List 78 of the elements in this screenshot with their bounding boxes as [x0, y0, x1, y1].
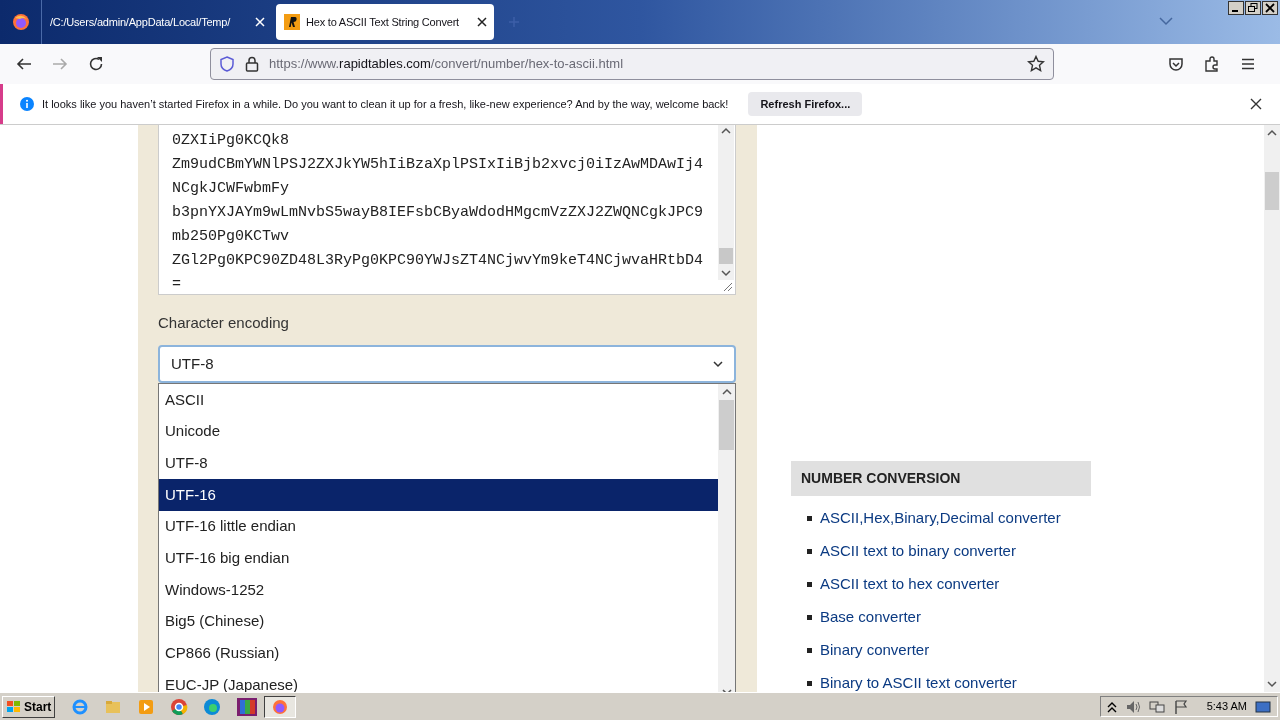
- close-icon[interactable]: [476, 16, 488, 28]
- sidebar-link[interactable]: ASCII text to binary converter: [820, 540, 1016, 563]
- refresh-firefox-button[interactable]: Refresh Firefox...: [748, 92, 863, 116]
- info-icon: [20, 97, 34, 111]
- dropdown-option[interactable]: CP866 (Russian): [159, 637, 719, 670]
- bullet-icon: [807, 582, 812, 587]
- sidebar-link[interactable]: ASCII,Hex,Binary,Decimal converter: [820, 507, 1061, 530]
- browser-tab[interactable]: Hex to ASCII Text String Convert: [276, 4, 494, 40]
- dropdown-option[interactable]: UTF-16 little endian: [159, 510, 719, 543]
- text-line: NCgkJCWFwbmFy: [172, 179, 291, 199]
- text-line: mb250Pg0KCTwv: [172, 227, 291, 247]
- sidebar-link[interactable]: Binary to ASCII text converter: [820, 672, 1017, 692]
- network-icon[interactable]: [1148, 698, 1165, 715]
- notification-message: It looks like you haven’t started Firefox in a while. Do you want to clean it up for a fresh, like-new experience? And by the way, welcome back!: [42, 96, 729, 112]
- chrome-icon[interactable]: [170, 697, 189, 716]
- dropdown-option[interactable]: Windows-1252: [159, 574, 719, 606]
- scroll-up-icon[interactable]: [1267, 128, 1277, 138]
- dropdown-option[interactable]: EUC-JP (Japanese): [159, 669, 719, 692]
- text-line: =: [172, 275, 182, 294]
- sidebar-link[interactable]: ASCII text to hex converter: [820, 573, 1000, 596]
- back-arrow-icon[interactable]: [16, 56, 32, 72]
- sidebar-link[interactable]: Base converter: [820, 606, 921, 629]
- lock-icon: [245, 56, 259, 72]
- text-area[interactable]: [158, 125, 736, 295]
- sidebar-link[interactable]: Binary converter: [820, 639, 930, 662]
- url-text: https://www.rapidtables.com/convert/number/hex-to-ascii.html: [269, 55, 625, 74]
- reload-icon[interactable]: [88, 56, 104, 72]
- start-button[interactable]: Start: [2, 695, 56, 718]
- minimize-icon[interactable]: [1228, 1, 1244, 15]
- firefox-icon: [272, 698, 289, 715]
- windows-logo-icon: [6, 699, 22, 714]
- taskbar-button[interactable]: [264, 695, 297, 718]
- scroll-down-icon[interactable]: [721, 268, 731, 278]
- favicon-icon: [284, 14, 300, 30]
- dropdown-option[interactable]: UTF-16: [159, 479, 719, 511]
- bullet-icon: [807, 648, 812, 653]
- text-line: 0ZXIiPg0KCQk8: [172, 131, 291, 151]
- bullet-icon: [807, 681, 812, 686]
- bookmark-star-icon[interactable]: [1027, 55, 1045, 73]
- sidebar-heading: NUMBER CONVERSION: [791, 461, 1091, 496]
- clock-text: 5:43 AM: [1206, 699, 1247, 715]
- scrollbar-thumb[interactable]: [719, 400, 734, 450]
- dropdown-option[interactable]: Unicode: [159, 415, 719, 448]
- bullet-icon: [807, 516, 812, 521]
- field-label: Character encoding: [158, 313, 290, 333]
- tab-title: /C:/Users/admin/AppData/Local/Temp/: [50, 14, 232, 30]
- scrollbar-thumb[interactable]: [1265, 172, 1279, 210]
- text-line: b3pnYXJAYm9wLmNvbS5wayB8IEFsbCByaWdodHMgcmVzZXJ2ZWQNCgkJPC9: [172, 203, 705, 223]
- archive-icon[interactable]: [236, 696, 259, 717]
- address-bar[interactable]: https://www.rapidtables.com/convert/number/hex-to-ascii.html: [210, 48, 1054, 80]
- browser-tab[interactable]: /C:/Users/admin/AppData/Local/Temp/: [44, 4, 270, 40]
- scroll-up-icon[interactable]: [721, 387, 732, 397]
- dropdown-option[interactable]: ASCII: [159, 384, 719, 416]
- pocket-icon[interactable]: [1168, 56, 1184, 72]
- text-line: Zm9udCBmYWNlPSJ2ZXJkYW5hIiBzaXplPSIxIiBjb2xvcj0iIzAwMDAwIj4: [172, 155, 705, 175]
- text-line: ZGl2Pg0KPC90ZD48L3RyPg0KPC90YWJsZT4NCjwvYm9keT4NCjwvaHRtbD4: [172, 251, 705, 271]
- caret-icon: [713, 359, 723, 369]
- bullet-icon: [807, 615, 812, 620]
- tab-title: Hex to ASCII Text String Convert: [306, 14, 460, 30]
- scrollbar-thumb[interactable]: [719, 248, 733, 264]
- show-desktop-icon[interactable]: [1255, 699, 1271, 714]
- restore-icon[interactable]: [1245, 1, 1261, 15]
- dropdown-option[interactable]: UTF-16 big endian: [159, 542, 719, 575]
- puzzle-piece-icon[interactable]: [1204, 56, 1220, 72]
- chevron-up-icon[interactable]: [1106, 700, 1117, 713]
- resize-grip-icon[interactable]: [721, 280, 733, 292]
- encoding-select[interactable]: UTF-8: [158, 345, 736, 383]
- dropdown-option[interactable]: Big5 (Chinese): [159, 605, 719, 638]
- dropdown-option[interactable]: UTF-8: [159, 447, 719, 480]
- scroll-down-icon[interactable]: [1267, 679, 1277, 689]
- close-icon[interactable]: [1250, 98, 1262, 110]
- scroll-up-icon[interactable]: [721, 126, 731, 136]
- flag-icon[interactable]: [1172, 698, 1189, 715]
- close-icon[interactable]: [1262, 1, 1278, 15]
- bullet-icon: [807, 549, 812, 554]
- menu-icon[interactable]: [1240, 56, 1256, 72]
- firefox-icon[interactable]: [11, 13, 30, 31]
- shield-icon[interactable]: [219, 56, 235, 72]
